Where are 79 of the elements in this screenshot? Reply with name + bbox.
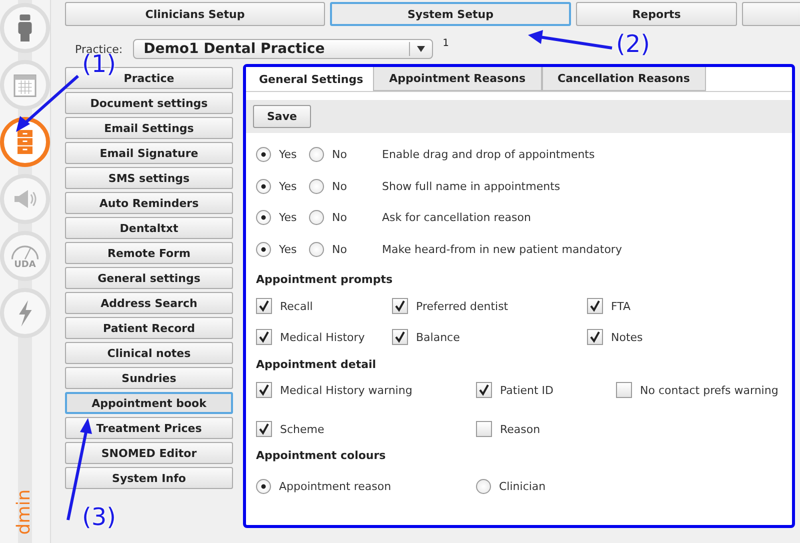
menu-button[interactable]: Dentaltxt bbox=[65, 217, 233, 239]
menu-button[interactable]: Auto Reminders bbox=[65, 192, 233, 214]
menu-button[interactable]: SNOMED Editor bbox=[65, 442, 233, 464]
radio-button[interactable] bbox=[256, 178, 271, 194]
checkbox-label: No contact prefs warning bbox=[640, 384, 778, 396]
setting-label: Make heard-from in new patient mandatory bbox=[382, 242, 622, 256]
checkbox-label: Scheme bbox=[280, 422, 324, 436]
menu-button[interactable]: General settings bbox=[65, 267, 233, 289]
panel-tab[interactable]: Appointment Reasons bbox=[373, 67, 542, 91]
checkbox[interactable] bbox=[587, 298, 603, 314]
top-tab[interactable]: System Setup bbox=[330, 2, 571, 26]
checkbox-label: Medical History warning bbox=[280, 384, 412, 396]
setting-label: Show full name in appointments bbox=[382, 180, 560, 193]
rail-caption: dmin bbox=[16, 489, 34, 535]
section-heading: Appointment prompts bbox=[255, 272, 394, 288]
checkbox[interactable] bbox=[256, 329, 272, 345]
menu-button[interactable]: Remote Form bbox=[65, 242, 233, 264]
checkbox-label: Reason bbox=[500, 422, 540, 436]
radio-button[interactable] bbox=[256, 210, 271, 226]
option-label: No bbox=[332, 242, 348, 256]
menu-button[interactable]: Document settings bbox=[65, 92, 233, 114]
menu-button[interactable]: System Info bbox=[65, 467, 233, 489]
nav-button[interactable] bbox=[0, 117, 50, 167]
checkbox-label: Notes bbox=[611, 330, 643, 344]
checkbox[interactable] bbox=[392, 329, 408, 345]
section-heading: Appointment detail bbox=[255, 357, 378, 373]
menu-button[interactable]: Appointment book bbox=[65, 392, 233, 414]
radio-button[interactable] bbox=[256, 242, 271, 257]
menu-button[interactable]: Email Settings bbox=[65, 117, 233, 139]
checkbox[interactable] bbox=[476, 421, 492, 437]
checkbox[interactable] bbox=[587, 329, 603, 345]
radio-button[interactable] bbox=[309, 210, 324, 226]
checkbox[interactable] bbox=[256, 421, 272, 437]
checkbox[interactable] bbox=[256, 382, 272, 398]
option-label: Yes bbox=[279, 180, 298, 193]
option-label: No bbox=[332, 180, 348, 193]
checkbox-label: FTA bbox=[611, 300, 631, 312]
checkbox[interactable] bbox=[392, 298, 408, 314]
practice-dropdown[interactable]: Demo1 Dental Practice bbox=[132, 39, 433, 59]
checkbox-label: Balance bbox=[416, 330, 460, 344]
top-tab[interactable]: Clinicians Setup bbox=[65, 2, 325, 26]
annotation-label: (2) bbox=[616, 32, 650, 56]
setting-label: Enable drag and drop of appointments bbox=[382, 148, 595, 162]
radio-button[interactable] bbox=[309, 178, 324, 194]
option-label: Yes bbox=[279, 211, 298, 224]
menu-button[interactable]: Patient Record bbox=[65, 317, 233, 339]
top-tab[interactable]: Reports bbox=[576, 2, 737, 26]
checkbox-label: Patient ID bbox=[500, 384, 554, 396]
radio-button[interactable] bbox=[476, 478, 491, 494]
menu-button[interactable]: Clinical notes bbox=[65, 342, 233, 364]
save-button[interactable]: Save bbox=[253, 105, 311, 128]
radio-button[interactable] bbox=[256, 478, 271, 494]
panel-tab[interactable]: Cancellation Reasons bbox=[542, 67, 706, 91]
radio-button[interactable] bbox=[309, 242, 324, 257]
option-label: Yes bbox=[279, 242, 298, 256]
setting-label: Ask for cancellation reason bbox=[382, 211, 531, 224]
radio-button[interactable] bbox=[256, 147, 271, 162]
option-label: No bbox=[332, 148, 348, 162]
checkbox-label: Preferred dentist bbox=[416, 300, 508, 312]
checkbox[interactable] bbox=[256, 298, 272, 314]
checkbox-label: Recall bbox=[280, 300, 313, 312]
menu-button[interactable]: Sundries bbox=[65, 367, 233, 389]
option-label: Appointment reason bbox=[279, 480, 392, 492]
radio-button[interactable] bbox=[309, 147, 324, 162]
checkbox[interactable] bbox=[616, 382, 632, 398]
checkbox[interactable] bbox=[476, 382, 492, 398]
menu-button[interactable]: Treatment Prices bbox=[65, 417, 233, 439]
menu-button[interactable]: SMS settings bbox=[65, 167, 233, 189]
practice-number: 1 bbox=[442, 38, 450, 49]
menu-button[interactable]: Address Search bbox=[65, 292, 233, 314]
dropdown-caret-icon bbox=[416, 45, 426, 53]
option-label: Yes bbox=[279, 148, 298, 162]
menu-button[interactable]: Email Signature bbox=[65, 142, 233, 164]
annotation-label: (3) bbox=[82, 505, 116, 529]
section-heading: Appointment colours bbox=[255, 448, 387, 464]
option-label: No bbox=[332, 211, 348, 224]
option-label: Clinician bbox=[499, 480, 546, 492]
annotation-arrow bbox=[16, 74, 79, 132]
checkbox-label: Medical History bbox=[280, 330, 365, 344]
